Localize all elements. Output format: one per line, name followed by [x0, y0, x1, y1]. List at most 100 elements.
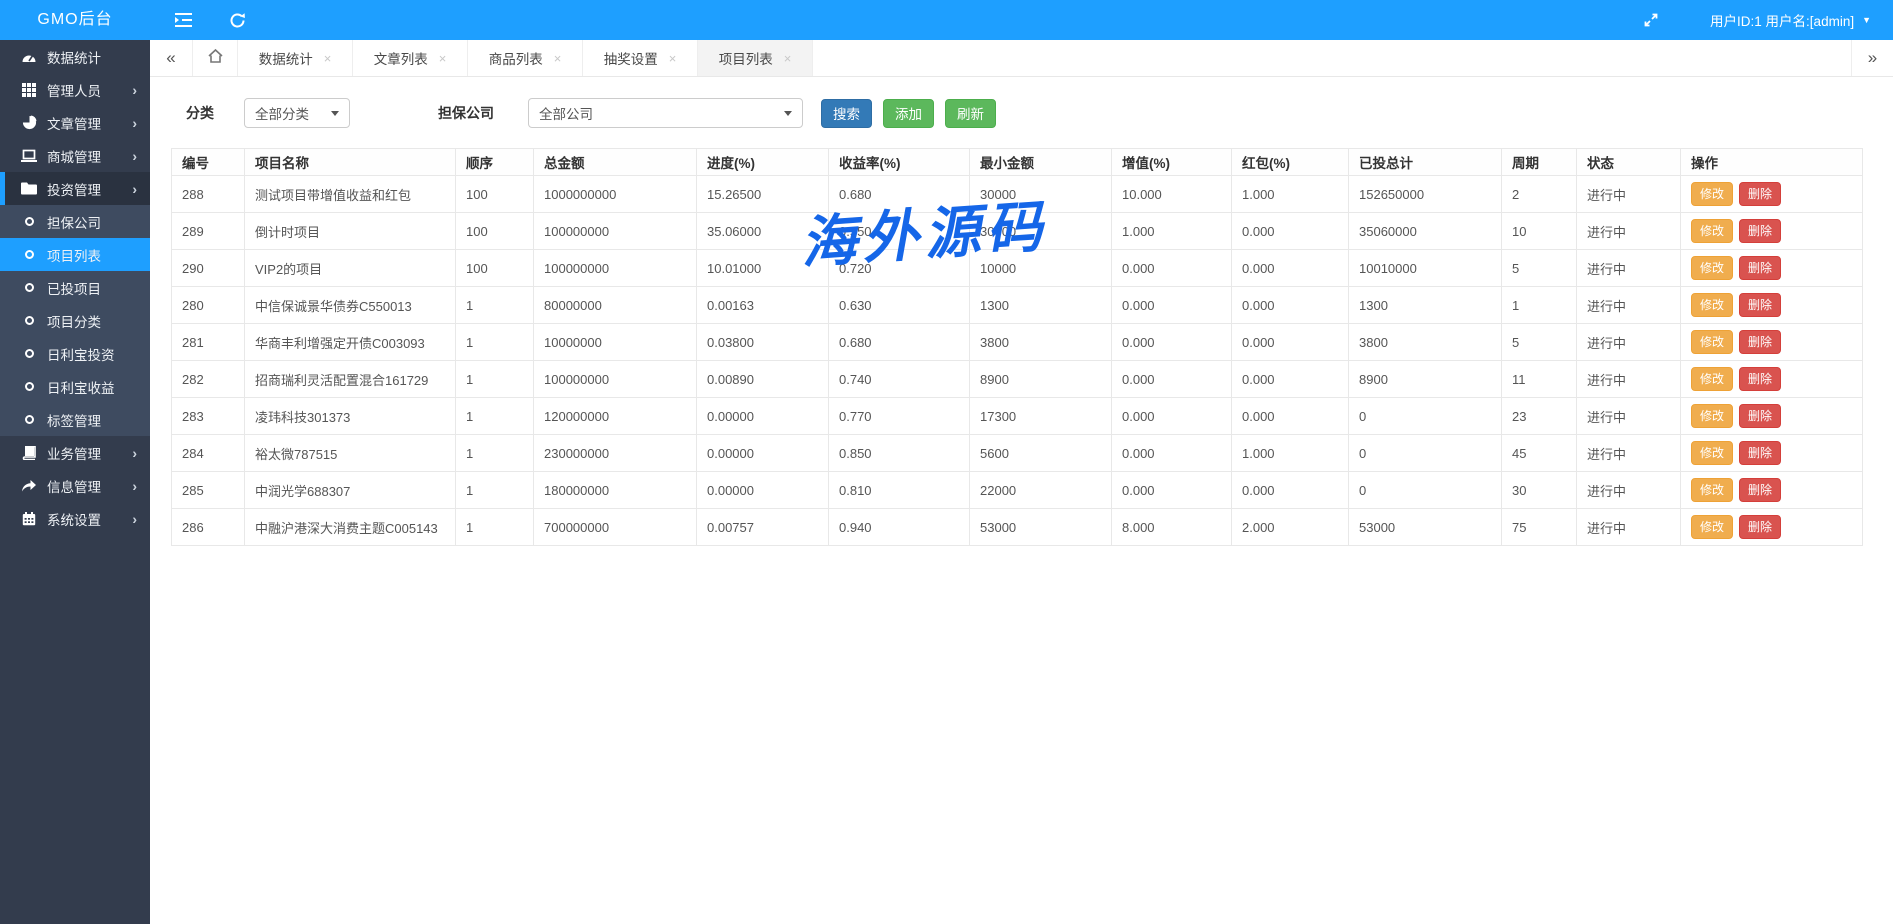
- table-cell: VIP2的项目: [245, 250, 456, 287]
- table-cell: 0.940: [829, 509, 970, 546]
- table-cell: 2.000: [1232, 509, 1349, 546]
- edit-button[interactable]: 修改: [1691, 256, 1733, 280]
- table-cell: 0.00757: [697, 509, 829, 546]
- close-icon[interactable]: ×: [784, 51, 792, 66]
- sidebar-item[interactable]: 日利宝投资: [0, 337, 150, 370]
- edit-button[interactable]: 修改: [1691, 441, 1733, 465]
- edit-button[interactable]: 修改: [1691, 293, 1733, 317]
- edit-button[interactable]: 修改: [1691, 404, 1733, 428]
- user-info-label: 用户ID:1 用户名:[admin]: [1710, 10, 1854, 30]
- home-tab[interactable]: [192, 40, 238, 76]
- delete-button[interactable]: 删除: [1739, 478, 1781, 502]
- edit-button[interactable]: 修改: [1691, 478, 1733, 502]
- company-select[interactable]: 全部公司: [528, 98, 803, 128]
- table-cell: 5600: [970, 435, 1112, 472]
- table-cell: 0.000: [1112, 472, 1232, 509]
- delete-button[interactable]: 删除: [1739, 404, 1781, 428]
- delete-button[interactable]: 删除: [1739, 515, 1781, 539]
- category-select[interactable]: 全部分类: [244, 98, 350, 128]
- actions-cell: 修改删除: [1681, 176, 1863, 213]
- table-cell: 100000000: [534, 250, 697, 287]
- sidebar-item-label: 信息管理: [47, 476, 101, 496]
- sidebar-item[interactable]: 已投项目: [0, 271, 150, 304]
- sidebar-item[interactable]: 文章管理›: [0, 106, 150, 139]
- delete-button[interactable]: 删除: [1739, 256, 1781, 280]
- table-cell: 招商瑞利灵活配置混合161729: [245, 361, 456, 398]
- refresh-icon[interactable]: [226, 9, 248, 31]
- table-cell: 1: [456, 435, 534, 472]
- tab-项目列表[interactable]: 项目列表×: [698, 40, 813, 76]
- table-cell: 5: [1502, 324, 1577, 361]
- delete-button[interactable]: 删除: [1739, 367, 1781, 391]
- table-cell: 289: [172, 213, 245, 250]
- sidebar-item[interactable]: 标签管理: [0, 403, 150, 436]
- category-filter-label: 分类: [186, 103, 214, 123]
- sidebar-item[interactable]: 管理人员›: [0, 73, 150, 106]
- sidebar-item[interactable]: 项目分类: [0, 304, 150, 337]
- edit-button[interactable]: 修改: [1691, 330, 1733, 354]
- tab-抽奖设置[interactable]: 抽奖设置×: [583, 40, 698, 76]
- sidebar-item-label: 已投项目: [47, 278, 101, 298]
- collapse-sidebar-icon[interactable]: [172, 9, 194, 31]
- sidebar-item[interactable]: 业务管理›: [0, 436, 150, 469]
- sidebar-item[interactable]: 投资管理›: [0, 172, 150, 205]
- tabs-scroll-left[interactable]: «: [150, 40, 192, 76]
- tab-bar: « 数据统计×文章列表×商品列表×抽奖设置×项目列表× »: [150, 40, 1893, 77]
- edit-button[interactable]: 修改: [1691, 515, 1733, 539]
- table-cell: 100: [456, 250, 534, 287]
- sidebar-item[interactable]: 信息管理›: [0, 469, 150, 502]
- table-cell: 35060000: [1349, 213, 1502, 250]
- actions-cell: 修改删除: [1681, 250, 1863, 287]
- table-cell: 1: [456, 324, 534, 361]
- table-cell: 285: [172, 472, 245, 509]
- search-button[interactable]: 搜索: [821, 99, 872, 128]
- close-icon[interactable]: ×: [669, 51, 677, 66]
- table-cell: 0.000: [1112, 250, 1232, 287]
- delete-button[interactable]: 删除: [1739, 182, 1781, 206]
- table-cell: 0.00000: [697, 472, 829, 509]
- delete-button[interactable]: 删除: [1739, 219, 1781, 243]
- table-row: 282招商瑞利灵活配置混合16172911000000000.008900.74…: [172, 361, 1863, 398]
- sidebar-item[interactable]: 数据统计: [0, 40, 150, 73]
- table-cell: 0.850: [829, 435, 970, 472]
- delete-button[interactable]: 删除: [1739, 330, 1781, 354]
- table-cell: 1300: [1349, 287, 1502, 324]
- table-cell: 0.03800: [697, 324, 829, 361]
- sidebar-item[interactable]: 项目列表: [0, 238, 150, 271]
- fullscreen-icon[interactable]: [1640, 9, 1662, 31]
- table-cell: 1: [456, 398, 534, 435]
- table-cell: 280: [172, 287, 245, 324]
- chevron-right-icon: ›: [132, 116, 137, 130]
- user-menu[interactable]: 用户ID:1 用户名:[admin] ▼: [1710, 0, 1871, 40]
- circle-icon: [21, 280, 37, 296]
- tab-label: 数据统计: [259, 48, 313, 68]
- add-button[interactable]: 添加: [883, 99, 934, 128]
- category-select-value: 全部分类: [255, 103, 309, 123]
- sidebar-item[interactable]: 担保公司: [0, 205, 150, 238]
- close-icon[interactable]: ×: [554, 51, 562, 66]
- refresh-button[interactable]: 刷新: [945, 99, 996, 128]
- close-icon[interactable]: ×: [439, 51, 447, 66]
- table-cell: 0.000: [1232, 324, 1349, 361]
- table-cell: 53000: [970, 509, 1112, 546]
- edit-button[interactable]: 修改: [1691, 219, 1733, 243]
- gauge-icon: [21, 49, 37, 65]
- table-cell: 0.000: [1232, 361, 1349, 398]
- edit-button[interactable]: 修改: [1691, 367, 1733, 391]
- chevron-down-icon: [331, 111, 339, 116]
- sidebar-item[interactable]: 商城管理›: [0, 139, 150, 172]
- sidebar-item[interactable]: 系统设置›: [0, 502, 150, 535]
- delete-button[interactable]: 删除: [1739, 293, 1781, 317]
- tabs-scroll-right[interactable]: »: [1851, 40, 1893, 76]
- delete-button[interactable]: 删除: [1739, 441, 1781, 465]
- tab-商品列表[interactable]: 商品列表×: [468, 40, 583, 76]
- chevron-right-icon: ›: [132, 512, 137, 526]
- table-cell: 进行中: [1577, 398, 1681, 435]
- sidebar-item[interactable]: 日利宝收益: [0, 370, 150, 403]
- edit-button[interactable]: 修改: [1691, 182, 1733, 206]
- close-icon[interactable]: ×: [324, 51, 332, 66]
- tab-文章列表[interactable]: 文章列表×: [353, 40, 468, 76]
- table-cell: 75: [1502, 509, 1577, 546]
- sidebar-item-label: 项目列表: [47, 245, 101, 265]
- tab-数据统计[interactable]: 数据统计 ×: [238, 40, 353, 76]
